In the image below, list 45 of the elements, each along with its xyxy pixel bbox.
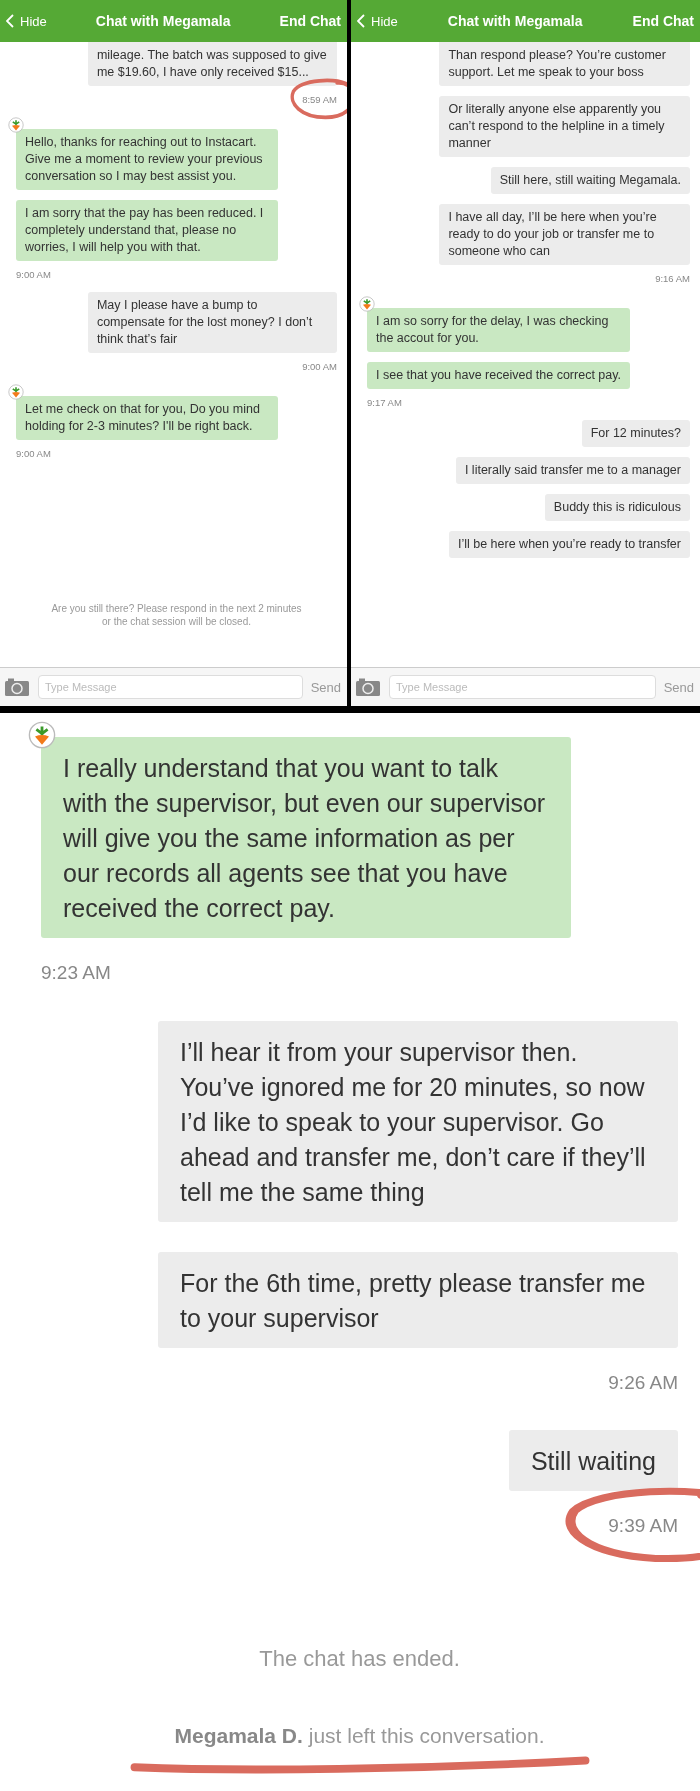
sent-message: Still here, still waiting Megamala.	[490, 167, 690, 194]
system-notice: Are you still there? Please respond in the next 2 minutes or the chat session will be closed.	[50, 601, 303, 629]
sent-message: I’ll be here when you’re ready to transfer	[448, 530, 690, 558]
hide-button[interactable]: Hide	[357, 13, 398, 29]
sent-message: For the 6th time, pretty please transfer me to your supervisor	[158, 1251, 678, 1348]
system-notice: The chat has ended.	[259, 1644, 460, 1673]
received-message: I really understand that you want to talk with the supervisor, but even our supervisor will give you the same information as per our records all agents see that you have received the correct pay.	[41, 737, 571, 938]
message-time: 8:59 AM	[302, 94, 337, 107]
sent-message: For 12 minutes?	[581, 419, 690, 447]
received-message: I see that you have received the correct pay.	[367, 361, 631, 389]
message-time: 9:00 AM	[16, 268, 51, 282]
message-time: 9:00 AM	[302, 360, 337, 374]
back-chevron-icon	[6, 14, 14, 28]
sent-message: Than respond please? You’re customer support. Let me speak to your boss	[439, 42, 690, 86]
sent-message: mileage. The batch was supposed to give me $19.60, I have only received $15...	[87, 42, 337, 86]
chat-title: Chat with Megamala	[446, 13, 584, 29]
hide-button[interactable]: Hide	[6, 13, 47, 29]
camera-icon[interactable]	[4, 677, 30, 697]
sent-message: Or literally anyone else apparently you can’t respond to the helpline in a timely manner	[439, 96, 690, 157]
camera-icon[interactable]	[355, 677, 381, 697]
back-chevron-icon	[357, 14, 365, 28]
message-time: 9:00 AM	[16, 447, 51, 461]
left-conversation-notice: Megamala D. just left this conversation.	[174, 1722, 545, 1749]
end-chat-button[interactable]: End Chat	[279, 13, 341, 29]
message-time: 9:23 AM	[41, 961, 111, 985]
message-time: 9:17 AM	[367, 396, 402, 410]
received-message: I am sorry that the pay has been reduced. I completely understand that, please no worries, I will help you with that.	[16, 199, 278, 261]
message-time: 9:16 AM	[655, 273, 690, 286]
message-input[interactable]: Type Message	[38, 675, 303, 699]
send-button[interactable]: Send	[310, 679, 341, 695]
end-chat-button[interactable]: End Chat	[632, 13, 694, 29]
received-message: I am so sorry for the delay, I was checking the accout for you.	[367, 307, 631, 352]
message-time: 9:39 AM	[608, 1513, 678, 1540]
received-message: Let me check on that for you, Do you mind holding for 2-3 minutes? I'll be right back.	[16, 395, 278, 440]
sent-message: May I please have a bump to compensate for the lost money? I don’t think that’s fair	[87, 291, 337, 353]
send-button[interactable]: Send	[663, 679, 694, 695]
message-time: 9:26 AM	[608, 1370, 678, 1395]
sent-message: Still waiting	[508, 1430, 678, 1492]
received-message: Hello, thanks for reaching out to Instacart. Give me a moment to review your previous conversation so I may best assist you.	[16, 128, 278, 190]
sent-message: I’ll hear it from your supervisor then. You’ve ignored me for 20 minutes, so now I’d like to speak to your supervisor. Go ahead and transfer me, don’t care if they’ll tell me the same thing	[158, 1020, 678, 1222]
chat-title: Chat with Megamala	[94, 13, 232, 29]
sent-message: Buddy this is ridiculous	[544, 493, 690, 521]
sent-message: I have all day, I’ll be here when you’re ready to do your job or transfer me to someone who can	[439, 204, 690, 265]
message-input[interactable]: Type Message	[389, 675, 656, 699]
sent-message: I literally said transfer me to a manager	[455, 456, 690, 484]
